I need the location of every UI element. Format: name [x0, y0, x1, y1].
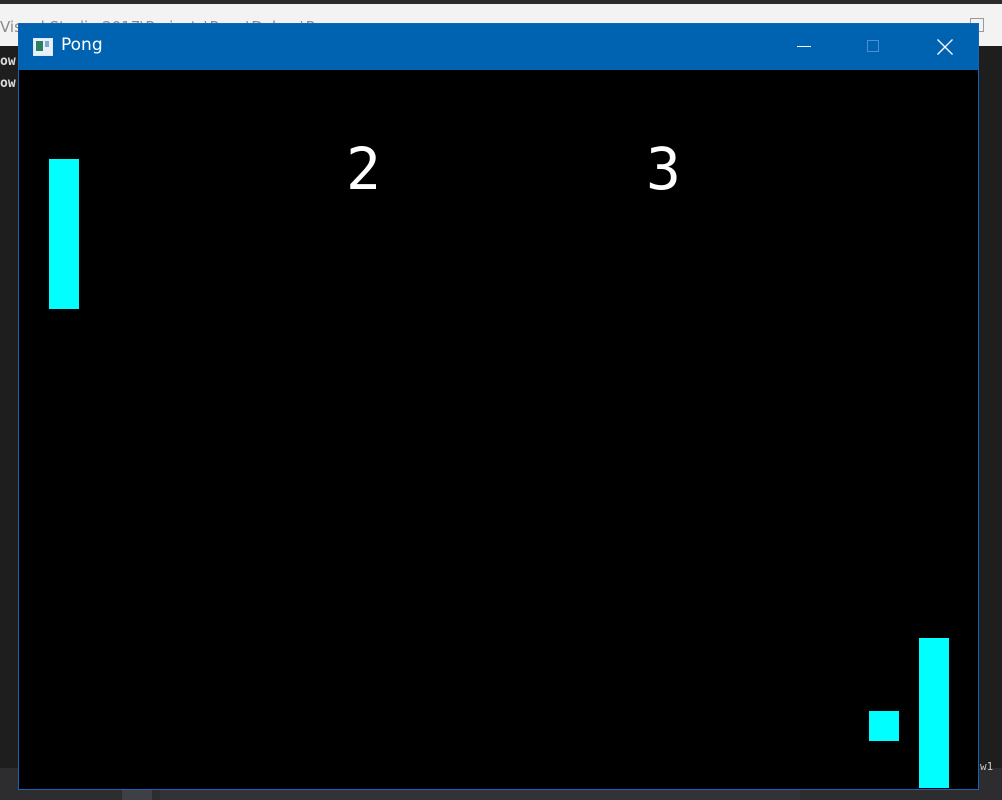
ball: [869, 711, 899, 741]
window-titlebar[interactable]: Pong: [19, 24, 978, 70]
score-left: 2: [346, 135, 381, 203]
background-console-text: w1: [980, 760, 994, 773]
pong-window: Pong 2 3: [18, 23, 979, 790]
maximize-icon: [867, 40, 879, 52]
window-title: Pong: [61, 35, 103, 55]
close-icon: [937, 39, 953, 55]
right-paddle: [919, 638, 949, 788]
background-console-right: [978, 46, 1002, 800]
game-canvas[interactable]: 2 3: [19, 70, 978, 789]
left-paddle: [49, 159, 79, 309]
background-console-line: ow: [0, 54, 16, 69]
background-taskbar-segment: [160, 789, 800, 800]
background-console-line: ow: [0, 76, 16, 91]
background-taskbar-segment: [122, 789, 152, 800]
score-right: 3: [646, 135, 681, 203]
minimize-icon: [797, 46, 811, 47]
background-console-left: ow ow: [0, 46, 20, 800]
minimize-button[interactable]: [781, 24, 827, 70]
maximize-button[interactable]: [851, 24, 897, 70]
window-app-icon[interactable]: [33, 38, 53, 56]
close-button[interactable]: [921, 24, 967, 70]
